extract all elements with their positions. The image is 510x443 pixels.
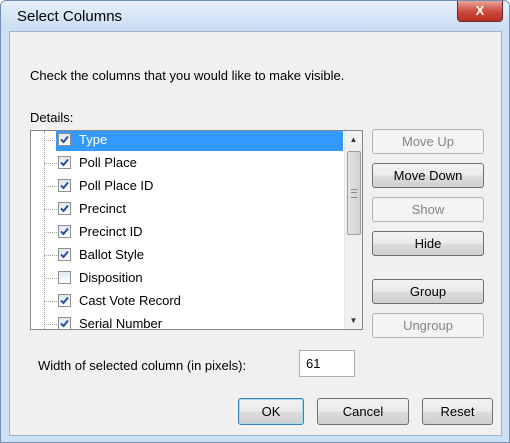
move-down-button[interactable]: Move Down xyxy=(372,163,484,188)
select-columns-dialog: Select Columns X Check the columns that … xyxy=(0,0,510,443)
column-checkbox[interactable] xyxy=(58,248,71,261)
tree-branch xyxy=(44,209,57,210)
cancel-button[interactable]: Cancel xyxy=(317,398,409,425)
checkmark-icon xyxy=(60,296,69,305)
columns-list[interactable]: Type Poll Place Poll Place ID Precinct Preci… xyxy=(30,130,363,330)
column-item[interactable]: Precinct xyxy=(31,198,343,220)
column-label: Disposition xyxy=(79,270,143,285)
column-item[interactable]: Serial Number xyxy=(31,313,343,330)
grip-icon xyxy=(351,189,357,198)
column-label: Cast Vote Record xyxy=(79,293,181,308)
checkmark-icon xyxy=(60,227,69,236)
tree-branch xyxy=(44,140,57,141)
checkmark-icon xyxy=(60,319,69,328)
title-bar[interactable]: Select Columns X xyxy=(1,1,509,31)
tree-branch xyxy=(44,163,57,164)
group-button[interactable]: Group xyxy=(372,279,484,304)
column-label: Poll Place ID xyxy=(79,178,154,193)
tree-branch xyxy=(44,255,57,256)
checkmark-icon xyxy=(60,250,69,259)
column-checkbox[interactable] xyxy=(58,317,71,329)
close-button[interactable]: X xyxy=(457,1,503,22)
column-checkbox[interactable] xyxy=(58,294,71,307)
column-checkbox[interactable] xyxy=(58,271,71,284)
column-item[interactable]: Disposition xyxy=(31,267,343,289)
column-checkbox[interactable] xyxy=(58,202,71,215)
column-width-label: Width of selected column (in pixels): xyxy=(38,358,247,373)
instruction-text: Check the columns that you would like to… xyxy=(30,68,345,83)
show-button[interactable]: Show xyxy=(372,197,484,222)
checkmark-icon xyxy=(60,158,69,167)
column-checkbox[interactable] xyxy=(58,225,71,238)
hide-button[interactable]: Hide xyxy=(372,231,484,256)
tree-branch xyxy=(44,186,57,187)
scroll-down-arrow-icon[interactable]: ▼ xyxy=(345,312,362,329)
column-checkbox[interactable] xyxy=(58,133,71,146)
column-item[interactable]: Poll Place xyxy=(31,152,343,174)
scroll-up-arrow-icon[interactable]: ▲ xyxy=(345,131,362,148)
move-up-button[interactable]: Move Up xyxy=(372,129,484,154)
checkmark-icon xyxy=(60,135,69,144)
column-item[interactable]: Ballot Style xyxy=(31,244,343,266)
column-label: Ballot Style xyxy=(79,247,145,262)
checkmark-icon xyxy=(60,181,69,190)
tree-branch xyxy=(44,301,57,302)
tree-branch xyxy=(44,324,57,325)
column-label: Precinct xyxy=(79,201,126,216)
column-checkbox[interactable] xyxy=(58,156,71,169)
column-checkbox[interactable] xyxy=(58,179,71,192)
list-scrollbar[interactable]: ▲ ▼ xyxy=(344,131,362,329)
details-label: Details: xyxy=(30,110,74,125)
column-item[interactable]: Precinct ID xyxy=(31,221,343,243)
dialog-title: Select Columns xyxy=(17,8,123,25)
ok-button[interactable]: OK xyxy=(238,398,304,425)
column-label: Precinct ID xyxy=(79,224,143,239)
column-item[interactable]: Poll Place ID xyxy=(31,175,343,197)
column-item[interactable]: Type xyxy=(31,131,343,151)
scroll-thumb[interactable] xyxy=(347,151,361,235)
tree-branch xyxy=(44,278,57,279)
tree-branch xyxy=(44,232,57,233)
checkmark-icon xyxy=(60,204,69,213)
ungroup-button[interactable]: Ungroup xyxy=(372,313,484,338)
column-label: Serial Number xyxy=(79,316,163,330)
column-label: Type xyxy=(79,132,108,147)
column-item[interactable]: Cast Vote Record xyxy=(31,290,343,312)
reset-button[interactable]: Reset xyxy=(422,398,493,425)
column-width-input[interactable] xyxy=(299,350,355,377)
close-icon: X xyxy=(475,3,485,18)
dialog-body: Check the columns that you would like to… xyxy=(9,31,502,436)
column-label: Poll Place xyxy=(79,155,137,170)
